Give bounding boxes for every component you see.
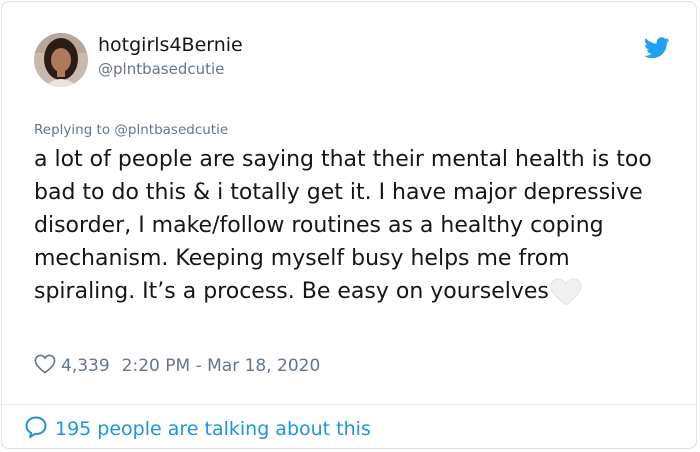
tweet-text: a lot of people are saying that their me… <box>34 143 674 308</box>
like-count[interactable]: 4,339 <box>61 356 110 376</box>
white-heart-emoji <box>550 278 582 306</box>
divider <box>2 404 696 405</box>
twitter-bird-icon[interactable] <box>644 37 670 59</box>
user-handle[interactable]: @plntbasedcutie <box>98 60 224 78</box>
conversation-link[interactable]: 195 people are talking about this <box>24 415 371 443</box>
speech-bubble-icon <box>24 415 55 444</box>
heart-icon[interactable] <box>34 354 61 379</box>
timestamp[interactable]: 2:20 PM - Mar 18, 2020 <box>122 356 321 376</box>
display-name[interactable]: hotgirls4Bernie <box>98 34 243 56</box>
conversation-text[interactable]: 195 people are talking about this <box>55 418 371 440</box>
tweet-meta: 4,339 2:20 PM - Mar 18, 2020 <box>34 352 320 380</box>
reply-context[interactable]: Replying to @plntbasedcutie <box>34 122 228 138</box>
avatar[interactable] <box>34 33 88 87</box>
tweet-card: hotgirls4Bernie @plntbasedcutie Replying… <box>1 1 697 449</box>
